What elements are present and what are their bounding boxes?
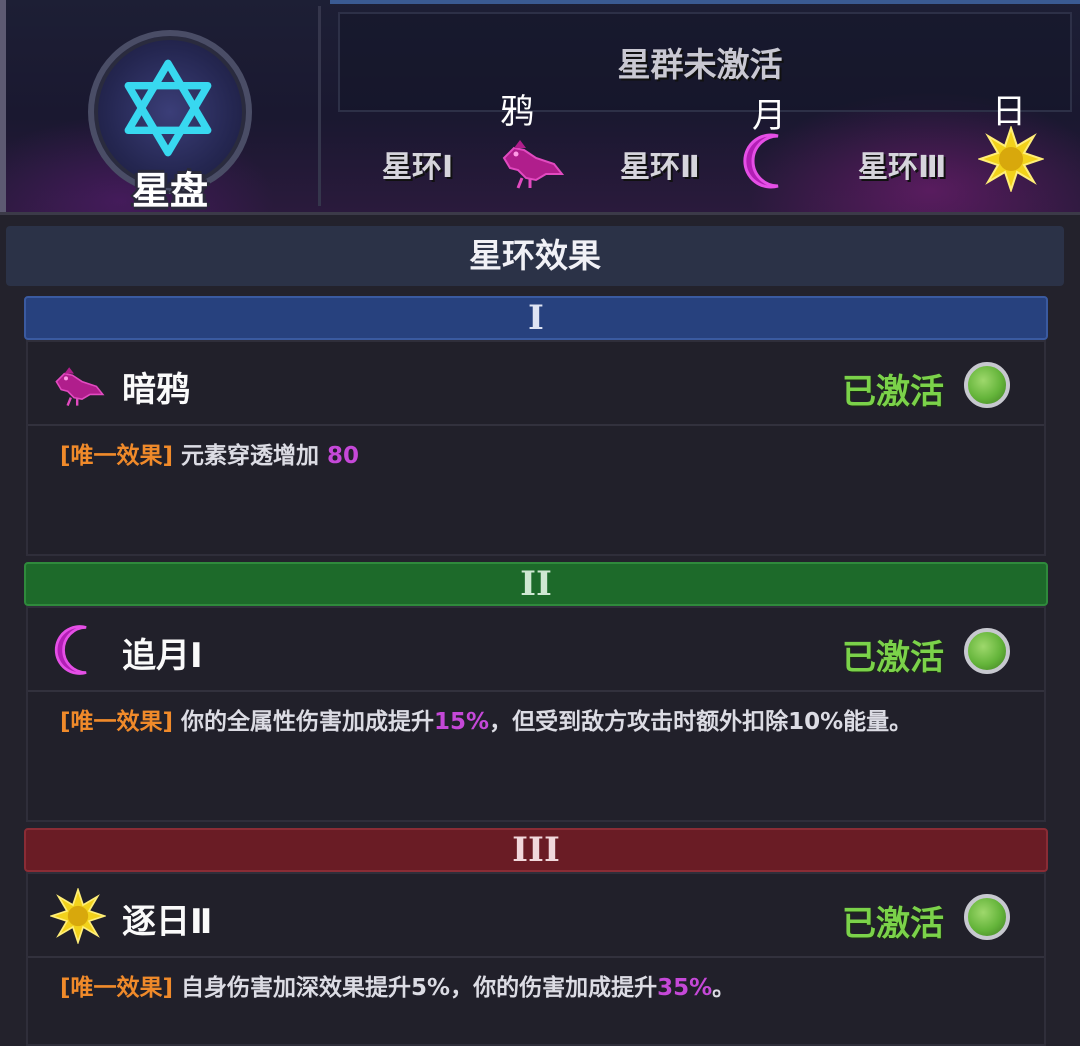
desc-value: 35% bbox=[657, 975, 713, 1001]
effect-description: [唯一效果] 你的全属性伤害加成提升15%，但受到敌方攻击时额外扣除10%能量。 bbox=[60, 702, 912, 736]
banner-top-line bbox=[330, 0, 1080, 4]
desc-value: 15% bbox=[434, 709, 490, 735]
active-indicator-icon bbox=[964, 362, 1010, 408]
effect-status: 已激活 bbox=[842, 372, 944, 412]
effect-card-moon: 追月Ⅰ 已激活 [唯一效果] 你的全属性伤害加成提升15%，但受到敌方攻击时额外… bbox=[26, 606, 1046, 822]
effect-name: 暗鸦 bbox=[122, 370, 190, 410]
sun-icon bbox=[50, 888, 106, 944]
desc-text-tail: ，但受到敌方攻击时额外扣除10%能量。 bbox=[489, 709, 913, 735]
ring-3-label: 星环Ⅲ bbox=[858, 150, 947, 185]
ring-1-label: 星环Ⅰ bbox=[382, 150, 454, 185]
tier-2-bar: II bbox=[24, 562, 1048, 606]
effect-card-sun: 逐日Ⅱ 已激活 [唯一效果] 自身伤害加深效果提升5%，你的伤害加成提升35%。 bbox=[26, 872, 1046, 1046]
effect-description: [唯一效果] 自身伤害加深效果提升5%，你的伤害加成提升35%。 bbox=[60, 968, 735, 1002]
hexagram-icon bbox=[124, 59, 212, 157]
active-indicator-icon bbox=[964, 628, 1010, 674]
raven-icon[interactable] bbox=[496, 128, 566, 194]
star-disc-label: 星盘 bbox=[131, 169, 208, 213]
ring-effects-header: 星环效果 bbox=[6, 226, 1064, 286]
banner-divider bbox=[318, 6, 321, 206]
crescent-moon-icon bbox=[54, 625, 87, 675]
constellation-status: 星群未激活 bbox=[617, 45, 783, 84]
effect-card-header: 暗鸦 已激活 bbox=[28, 342, 1044, 426]
star-disc-banner: 星盘 星群未激活 鸦 星环Ⅰ 月 星环Ⅱ 日 星环Ⅲ bbox=[0, 0, 1080, 215]
unique-effect-tag: [唯一效果] bbox=[60, 975, 174, 1001]
desc-text: 元素穿透增加 bbox=[173, 443, 328, 469]
effect-card-header: 追月Ⅰ 已激活 bbox=[28, 608, 1044, 692]
desc-text-tail: 。 bbox=[712, 975, 736, 1001]
tier-1-bar: I bbox=[24, 296, 1048, 340]
effect-card-raven: 暗鸦 已激活 [唯一效果] 元素穿透增加 80 bbox=[26, 340, 1046, 556]
unique-effect-tag: [唯一效果] bbox=[60, 443, 174, 469]
tier-3-bar: III bbox=[24, 828, 1048, 872]
effect-status: 已激活 bbox=[842, 638, 944, 678]
sun-icon[interactable] bbox=[978, 126, 1044, 192]
unique-effect-tag: [唯一效果] bbox=[60, 709, 174, 735]
effect-name: 逐日Ⅱ bbox=[122, 902, 213, 942]
raven-icon bbox=[55, 367, 105, 407]
desc-value: 80 bbox=[327, 443, 360, 469]
effect-description: [唯一效果] 元素穿透增加 80 bbox=[60, 436, 359, 470]
crescent-moon-icon[interactable] bbox=[738, 130, 800, 192]
effect-status: 已激活 bbox=[842, 904, 944, 944]
ring-2-label: 星环Ⅱ bbox=[620, 150, 700, 185]
banner-edge bbox=[0, 0, 6, 212]
effect-name: 追月Ⅰ bbox=[122, 636, 203, 676]
active-indicator-icon bbox=[964, 894, 1010, 940]
ring-1-caption: 鸦 bbox=[500, 92, 534, 132]
effect-card-header: 逐日Ⅱ 已激活 bbox=[28, 874, 1044, 958]
star-disc-button[interactable]: 星盘 bbox=[88, 30, 252, 213]
desc-text: 自身伤害加深效果提升5%，你的伤害加成提升 bbox=[173, 975, 658, 1001]
desc-text: 你的全属性伤害加成提升 bbox=[173, 709, 435, 735]
